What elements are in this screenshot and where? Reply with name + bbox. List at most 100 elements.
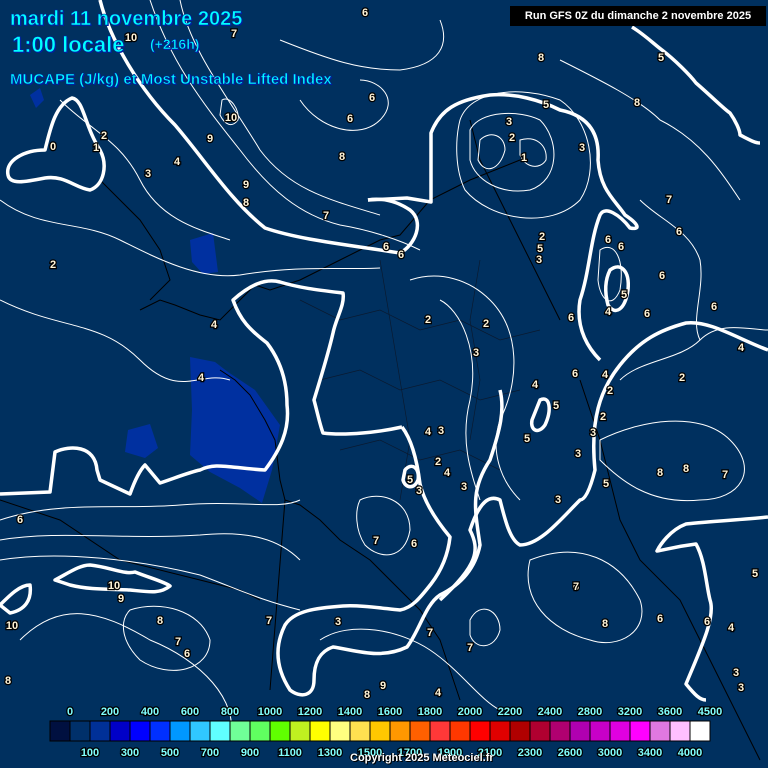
forecast-date: mardi 11 novembre 2025 xyxy=(10,8,243,31)
colorbar-swatch xyxy=(669,720,691,742)
contour-label: 7 xyxy=(666,194,672,206)
colorbar-label: 1400 xyxy=(338,706,362,718)
contour-label: 3 xyxy=(335,616,341,628)
parameter-title: MUCAPE (J/kg) et Most Unstable Lifted In… xyxy=(10,71,332,89)
colorbar-label: 200 xyxy=(101,706,119,718)
colorbar-label: 1800 xyxy=(418,706,442,718)
contour-label: 10 xyxy=(125,32,137,44)
colorbar-swatch xyxy=(69,720,91,742)
colorbar-swatch xyxy=(209,720,231,742)
colorbar-swatch xyxy=(309,720,331,742)
contour-label: 2 xyxy=(539,231,545,243)
colorbar-label: 2400 xyxy=(538,706,562,718)
colorbar-label: 2600 xyxy=(558,747,582,759)
model-run-banner: Run GFS 0Z du dimanche 2 novembre 2025 xyxy=(510,6,766,26)
contour-label: 2 xyxy=(425,314,431,326)
contour-label: 6 xyxy=(568,312,574,324)
colorbar-swatch xyxy=(469,720,491,742)
contour-label: 7 xyxy=(373,535,379,547)
colorbar-label: 700 xyxy=(201,747,219,759)
colorbar-swatch xyxy=(149,720,171,742)
contour-label: 3 xyxy=(438,425,444,437)
colorbar-label: 1600 xyxy=(378,706,402,718)
colorbar-label: 2800 xyxy=(578,706,602,718)
colorbar-swatch xyxy=(509,720,531,742)
contour-label: 8 xyxy=(5,675,11,687)
contour-label: 1 xyxy=(93,142,99,154)
contour-label: 3 xyxy=(536,254,542,266)
contour-label: 4 xyxy=(738,342,745,354)
colorbar-swatch xyxy=(89,720,111,742)
colorbar-label: 100 xyxy=(81,747,99,759)
contour-label: 5 xyxy=(752,568,758,580)
contour-label: 3 xyxy=(575,448,581,460)
contour-label: 0 xyxy=(50,141,56,153)
contour-label: 4 xyxy=(444,467,451,479)
colorbar-label: 4500 xyxy=(698,706,722,718)
contour-label: 5 xyxy=(603,478,609,490)
contour-label: 5 xyxy=(524,433,530,445)
colorbar-label: 0 xyxy=(67,706,73,718)
colorbar-swatch xyxy=(229,720,251,742)
colorbar-label: 2200 xyxy=(498,706,522,718)
contour-label: 8 xyxy=(364,689,370,701)
forecast-lead-time: (+216h) xyxy=(150,36,200,53)
contour-label: 8 xyxy=(634,97,640,109)
colorbar-swatch xyxy=(409,720,431,742)
contour-label: 1 xyxy=(521,152,527,164)
contour-label: 6 xyxy=(383,241,389,253)
contour-label: 3 xyxy=(738,682,744,694)
contour-label: 6 xyxy=(17,514,23,526)
colorbar-swatch xyxy=(429,720,451,742)
colorbar-label: 3600 xyxy=(658,706,682,718)
contour-label: 7 xyxy=(722,469,728,481)
forecast-time: 1:00 locale xyxy=(12,32,125,58)
contour-label: 8 xyxy=(157,615,163,627)
colorbar-swatch xyxy=(169,720,191,742)
contour-label: 4 xyxy=(435,687,442,699)
contour-label: 5 xyxy=(658,52,664,64)
contour-label: 6 xyxy=(644,308,650,320)
colorbar-swatch xyxy=(549,720,571,742)
colorbar-label: 4000 xyxy=(678,747,702,759)
colorbar-swatch xyxy=(389,720,411,742)
contour-label: 9 xyxy=(243,179,249,191)
contour-label: 3 xyxy=(145,168,151,180)
copyright: Copyright 2025 Meteociel.fr xyxy=(350,752,494,764)
contour-label: 7 xyxy=(573,581,579,593)
contour-label: 3 xyxy=(461,481,467,493)
colorbar-label: 400 xyxy=(141,706,159,718)
colorbar-label: 900 xyxy=(241,747,259,759)
contour-label: 3 xyxy=(590,427,596,439)
contour-label: 5 xyxy=(621,289,627,301)
contour-label: 2 xyxy=(50,259,56,271)
contour-label: 6 xyxy=(572,368,578,380)
contour-label: 8 xyxy=(683,463,689,475)
colorbar-label: 2000 xyxy=(458,706,482,718)
colorbar-label: 500 xyxy=(161,747,179,759)
colorbar-label: 300 xyxy=(121,747,139,759)
contour-label: 6 xyxy=(618,241,624,253)
colorbar-swatch xyxy=(369,720,391,742)
contour-label: 4 xyxy=(174,156,181,168)
contour-label: 3 xyxy=(733,667,739,679)
contour-label: 4 xyxy=(605,306,612,318)
contour-label: 6 xyxy=(711,301,717,313)
contour-label: 9 xyxy=(380,680,386,692)
colorbar-swatch xyxy=(589,720,611,742)
contour-label: 2 xyxy=(607,385,613,397)
contour-label: 6 xyxy=(347,113,353,125)
contour-label: 2 xyxy=(509,132,515,144)
contour-label: 6 xyxy=(398,249,404,261)
cape-patch-northwest xyxy=(30,88,44,108)
contour-label: 2 xyxy=(435,456,441,468)
contour-label: 8 xyxy=(243,197,249,209)
contour-label: 8 xyxy=(339,151,345,163)
contour-label: 2 xyxy=(483,318,489,330)
contour-label: 8 xyxy=(538,52,544,64)
contour-label: 7 xyxy=(427,627,433,639)
contour-label: 10 xyxy=(225,112,237,124)
contour-label: 10 xyxy=(108,580,120,592)
colorbar-label: 3200 xyxy=(618,706,642,718)
colorbar-label: 2300 xyxy=(518,747,542,759)
